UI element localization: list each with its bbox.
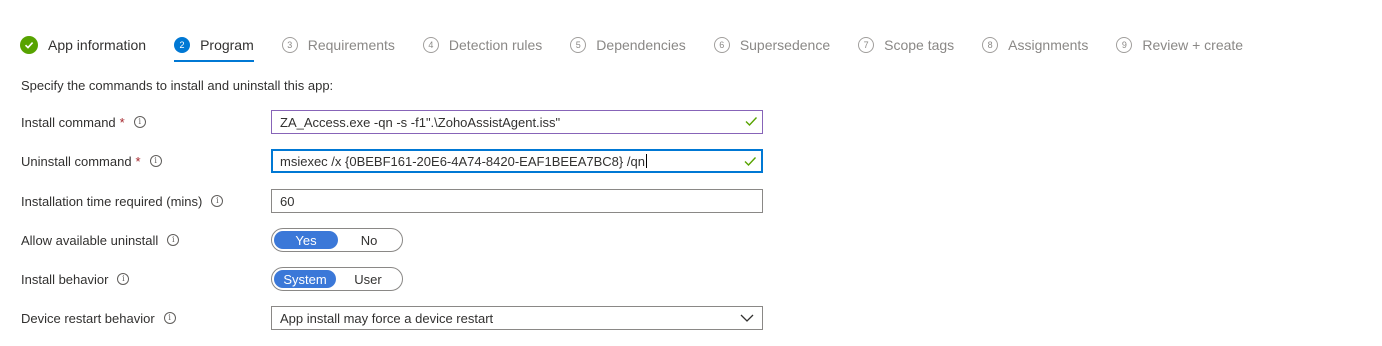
step-number-badge: 5: [570, 37, 587, 53]
install-command-input[interactable]: ZA_Access.exe -qn -s -f1".\ZohoAssistAge…: [271, 110, 763, 134]
info-icon[interactable]: i: [211, 195, 224, 207]
valid-check-icon: [745, 117, 758, 127]
uninstall-command-label: Uninstall command * i: [21, 154, 162, 169]
required-marker: *: [135, 153, 141, 169]
install-time-row: Installation time required (mins) i: [21, 189, 224, 213]
info-icon[interactable]: i: [149, 155, 162, 167]
step-label: Detection rules: [448, 37, 543, 53]
toggle-option-no[interactable]: No: [338, 231, 400, 249]
step-number-badge: 9: [1116, 37, 1133, 53]
step-number-badge: 3: [281, 37, 298, 53]
info-icon[interactable]: i: [167, 234, 180, 246]
step-app-information[interactable]: App information: [20, 34, 146, 56]
step-review-create[interactable]: 9 Review + create: [1116, 34, 1243, 56]
step-number-badge: 8: [982, 37, 999, 53]
step-program[interactable]: 2 Program: [174, 34, 254, 62]
info-icon[interactable]: i: [163, 312, 176, 324]
section-description: Specify the commands to install and unin…: [21, 78, 334, 93]
chevron-down-icon: [740, 314, 754, 322]
allow-uninstall-row: Allow available uninstall i: [21, 228, 180, 252]
restart-behavior-label: Device restart behavior i: [21, 311, 176, 326]
step-label: Review + create: [1142, 37, 1244, 53]
step-label: Requirements: [307, 37, 395, 53]
info-icon[interactable]: i: [117, 273, 130, 285]
allow-uninstall-label: Allow available uninstall i: [21, 233, 180, 248]
install-behavior-row: Install behavior i: [21, 267, 130, 291]
valid-check-icon: [744, 157, 757, 167]
step-detection-rules[interactable]: 4 Detection rules: [422, 34, 543, 56]
uninstall-command-row: Uninstall command * i: [21, 149, 162, 173]
step-label: Assignments: [1008, 37, 1089, 53]
step-number-badge: 4: [422, 37, 439, 53]
step-number-badge: 2: [174, 37, 191, 53]
step-label: Scope tags: [884, 37, 955, 53]
required-marker: *: [119, 114, 125, 130]
install-time-input[interactable]: 60: [271, 189, 763, 213]
step-supersedence[interactable]: 6 Supersedence: [713, 34, 831, 56]
step-number-badge: 6: [713, 37, 730, 53]
toggle-option-yes[interactable]: Yes: [274, 231, 338, 249]
restart-behavior-dropdown[interactable]: App install may force a device restart: [271, 306, 763, 330]
step-number-badge: 7: [858, 37, 875, 53]
check-icon: [20, 36, 38, 54]
install-behavior-toggle[interactable]: System User: [271, 267, 403, 291]
uninstall-command-input[interactable]: msiexec /x {0BEBF161-20E6-4A74-8420-EAF1…: [271, 149, 763, 173]
step-scope-tags[interactable]: 7 Scope tags: [858, 34, 954, 56]
install-command-label: Install command * i: [21, 115, 146, 130]
info-icon[interactable]: i: [133, 116, 146, 128]
allow-uninstall-toggle[interactable]: Yes No: [271, 228, 403, 252]
step-label: App information: [48, 37, 147, 53]
toggle-option-user[interactable]: User: [336, 270, 400, 288]
step-label: Supersedence: [739, 37, 831, 53]
restart-behavior-row: Device restart behavior i: [21, 306, 176, 330]
step-label: Program: [200, 37, 254, 53]
step-label: Dependencies: [596, 37, 686, 53]
install-behavior-label: Install behavior i: [21, 272, 130, 287]
dropdown-selected-value: App install may force a device restart: [280, 310, 494, 326]
step-dependencies[interactable]: 5 Dependencies: [570, 34, 686, 56]
text-cursor: [645, 154, 647, 168]
step-requirements[interactable]: 3 Requirements: [281, 34, 395, 56]
wizard-stepper: App information 2 Program 3 Requirements…: [20, 34, 1271, 62]
toggle-option-system[interactable]: System: [274, 270, 336, 288]
step-assignments[interactable]: 8 Assignments: [982, 34, 1088, 56]
install-time-label: Installation time required (mins) i: [21, 194, 224, 209]
install-command-row: Install command * i: [21, 110, 146, 134]
